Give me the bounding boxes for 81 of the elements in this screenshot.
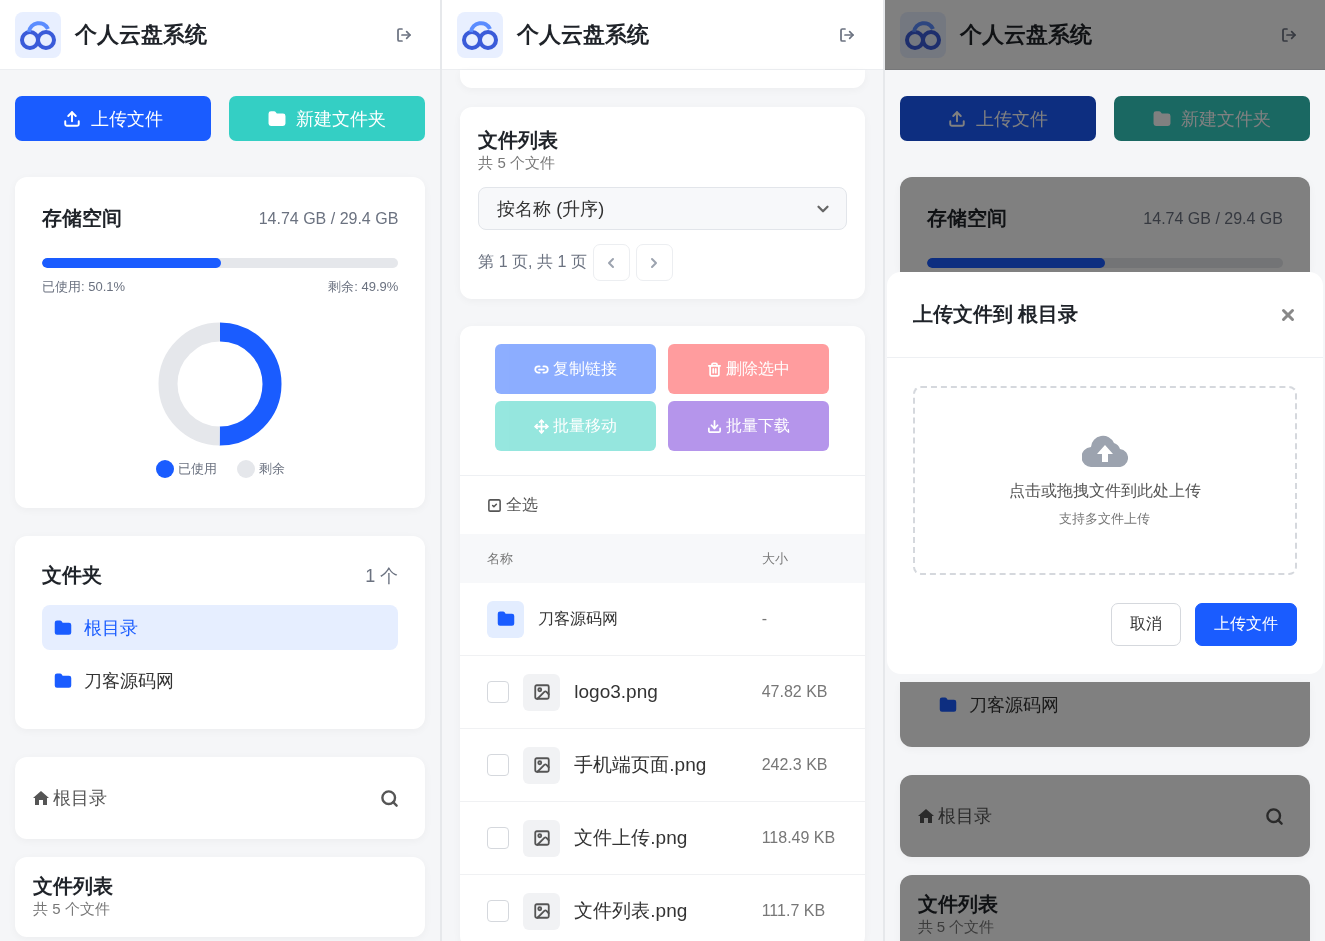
upload-icon (63, 109, 82, 128)
folder-item[interactable]: 刀客源码网 (926, 682, 1283, 727)
move-icon (534, 418, 550, 434)
logout-icon[interactable] (1281, 26, 1297, 43)
column-header: 大小 (761, 549, 789, 568)
image-file-icon (523, 673, 561, 711)
folder-icon (487, 600, 525, 638)
dialog-title: 上传文件到 根目录 (912, 302, 1079, 327)
breadcrumb-link[interactable]: 根目录 (53, 786, 107, 810)
file-count: 共 5 个文件 (33, 899, 111, 919)
logout-icon[interactable] (396, 26, 413, 43)
file-list-title: 文件列表 (33, 874, 114, 899)
cancel-button[interactable]: 取消 (1111, 603, 1181, 646)
folder-item[interactable]: 刀客源码网 (42, 658, 399, 703)
home-icon (917, 809, 934, 823)
free-percent: 剩余: 49.9% (328, 278, 399, 296)
image-file-icon (523, 892, 561, 930)
storage-usage: 14.74 GB / 29.4 GB (258, 209, 399, 228)
file-list-title: 文件列表 (478, 128, 560, 153)
search-icon[interactable] (380, 788, 400, 808)
upload-button[interactable]: 上传文件 (899, 96, 1096, 141)
download-icon (707, 418, 723, 434)
file-size: 118.49 KB (761, 829, 837, 847)
folder-icon (54, 618, 72, 637)
file-size: 242.3 KB (761, 756, 829, 774)
check-square-icon (487, 497, 503, 513)
select-all-button[interactable]: 全选 (460, 476, 566, 534)
file-name[interactable]: 手机端页面.png (574, 752, 707, 778)
cloud-logo-icon (899, 11, 946, 58)
page-info: 第 1 页, 共 1 页 (478, 252, 587, 272)
storage-usage: 14.74 GB / 29.4 GB (1143, 209, 1283, 228)
file-size: 47.82 KB (761, 683, 829, 701)
row-checkbox[interactable] (487, 754, 510, 776)
file-name[interactable]: 文件列表.png (574, 898, 688, 924)
folder-icon (268, 109, 287, 128)
breadcrumb-link[interactable]: 根目录 (937, 804, 992, 828)
image-file-icon (523, 819, 561, 857)
folder-icon (938, 695, 957, 714)
sort-select[interactable]: 按名称 (升序) (478, 187, 847, 230)
used-percent: 已使用: 50.1% (42, 278, 126, 296)
column-header: 名称 (487, 549, 515, 568)
file-list-title: 文件列表 (917, 892, 999, 917)
legend-label: 已使用 (177, 460, 217, 478)
logout-icon[interactable] (838, 26, 855, 43)
drop-text: 点击或拖拽文件到此处上传 (1008, 481, 1201, 501)
upload-button[interactable]: 上传文件 (1195, 603, 1297, 646)
file-count: 共 5 个文件 (478, 153, 556, 173)
folders-title: 文件夹 (42, 563, 102, 588)
legend-label: 剩余 (258, 460, 285, 478)
storage-title: 存储空间 (42, 206, 122, 231)
trash-icon (707, 361, 723, 377)
folder-label: 刀客源码网 (968, 693, 1059, 717)
upload-button[interactable]: 上传文件 (15, 96, 212, 141)
folder-label: 刀客源码网 (84, 669, 174, 693)
cloud-logo-icon (15, 11, 61, 58)
file-name[interactable]: 刀客源码网 (538, 608, 619, 630)
drop-zone[interactable]: 点击或拖拽文件到此处上传 支持多文件上传 (912, 386, 1297, 575)
upload-icon (947, 109, 966, 128)
file-size: 111.7 KB (761, 902, 827, 920)
app-title: 个人云盘系统 (75, 20, 208, 49)
app-title: 个人云盘系统 (959, 20, 1093, 49)
file-name[interactable]: logo3.png (574, 681, 658, 703)
search-icon[interactable] (1265, 806, 1284, 826)
cloud-logo-icon (457, 11, 504, 58)
file-name[interactable]: 文件上传.png (574, 825, 688, 851)
folder-icon (54, 671, 72, 690)
home-icon (33, 791, 49, 805)
folder-label: 根目录 (84, 616, 138, 640)
folders-count: 1 个 (365, 564, 399, 588)
image-file-icon (523, 746, 561, 784)
folder-icon (1152, 109, 1171, 128)
app-title: 个人云盘系统 (517, 20, 651, 49)
file-size: - (761, 610, 768, 628)
drop-hint: 支持多文件上传 (1059, 510, 1151, 528)
file-count: 共 5 个文件 (917, 917, 996, 937)
row-checkbox[interactable] (487, 900, 510, 922)
row-checkbox[interactable] (487, 827, 510, 849)
cloud-upload-icon (1081, 433, 1128, 467)
folder-item[interactable]: 根目录 (42, 605, 399, 650)
storage-title: 存储空间 (926, 206, 1007, 231)
row-checkbox[interactable] (487, 681, 510, 703)
